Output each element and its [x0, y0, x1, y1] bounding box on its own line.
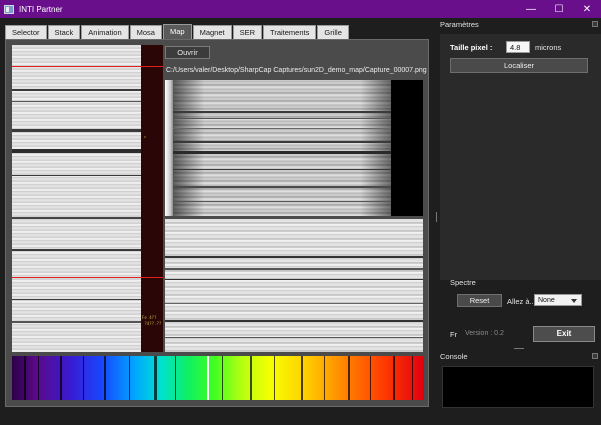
goto-select[interactable]: None	[534, 294, 582, 306]
tab-map[interactable]: Map	[162, 24, 192, 39]
file-path-label: C:/Users/valer/Desktop/SharpCap Captures…	[166, 67, 427, 74]
tab-mosa[interactable]: Mosa	[129, 25, 162, 39]
language-label[interactable]: Fr	[450, 330, 457, 339]
tab-animation[interactable]: Animation	[81, 25, 129, 39]
reconstructed-image[interactable]	[165, 80, 423, 216]
window-title: INTI Partner	[19, 4, 63, 14]
profile-column: ▸ Fe 4?? ?4??.??	[141, 45, 163, 352]
spectral-strip-image[interactable]	[12, 45, 141, 352]
reset-button[interactable]: Reset	[457, 294, 502, 307]
open-button[interactable]: Ouvrir	[165, 46, 210, 59]
console-output[interactable]	[442, 366, 594, 408]
dock-float-icon[interactable]	[592, 21, 598, 27]
right-panel: Paramètres Taille pixel : 4.8 microns Lo…	[432, 18, 601, 425]
overlay-text-1: Fe 4??	[142, 315, 157, 320]
console-dock-icon[interactable]	[592, 353, 598, 359]
pixel-size-unit: microns	[535, 43, 562, 52]
raw-frame-image[interactable]	[165, 219, 423, 352]
tab-bar: Selector Stack Animation Mosa Map Magnet…	[5, 24, 350, 39]
console-title: Console	[440, 352, 468, 361]
tab-selector[interactable]: Selector	[5, 25, 47, 39]
goto-label: Allez à...	[507, 297, 536, 306]
map-tab-page: ▸ Fe 4?? ?4??.?? Ouvrir C:/Users/valer/D…	[5, 39, 429, 407]
locate-button[interactable]: Localiser	[450, 58, 588, 73]
version-label: Version : 0.2	[465, 330, 504, 337]
title-bar: INTI Partner — ☐ ✕	[0, 0, 601, 18]
marker-label: ▸	[144, 134, 147, 139]
horizontal-splitter-handle[interactable]	[514, 348, 524, 349]
tab-traitements[interactable]: Traitements	[263, 25, 317, 39]
main-panel: Selector Stack Animation Mosa Map Magnet…	[3, 24, 432, 410]
spectrum-band[interactable]	[12, 356, 424, 400]
tab-magnet[interactable]: Magnet	[192, 25, 232, 39]
pixel-size-input[interactable]: 4.8	[506, 41, 530, 53]
maximize-icon[interactable]: ☐	[544, 0, 574, 18]
app-icon	[4, 4, 14, 14]
spectre-title: Spectre	[450, 278, 476, 287]
tab-stack[interactable]: Stack	[47, 25, 81, 39]
tab-grille[interactable]: Grille	[317, 25, 349, 39]
pixel-size-label: Taille pixel :	[450, 43, 493, 52]
tab-ser[interactable]: SER	[232, 25, 263, 39]
close-icon[interactable]: ✕	[572, 0, 601, 18]
overlay-text-2: ?4??.??	[142, 321, 162, 326]
exit-button[interactable]: Exit	[533, 326, 595, 342]
params-title: Paramètres	[440, 20, 479, 29]
goto-select-value: None	[538, 297, 555, 304]
chevron-down-icon	[571, 299, 577, 303]
minimize-icon[interactable]: —	[516, 0, 546, 18]
